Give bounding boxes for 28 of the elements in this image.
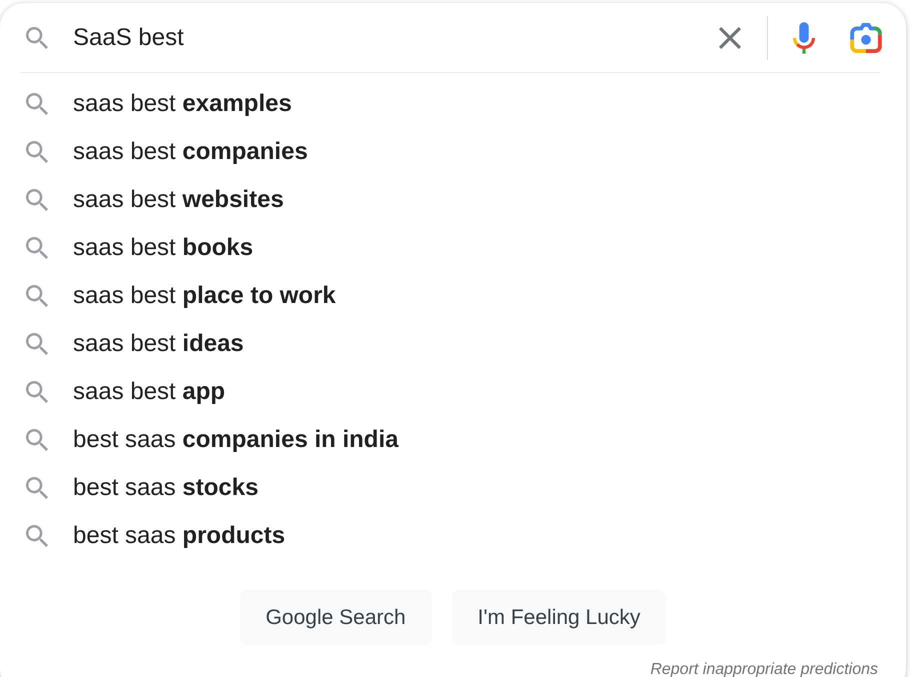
search-icon — [26, 93, 48, 115]
suggestion-item[interactable]: saas best place to work — [0, 272, 344, 320]
suggestion-item[interactable]: saas best companies — [0, 128, 316, 176]
search-icon — [26, 237, 48, 259]
suggestion-item[interactable]: best saas stocks — [0, 464, 266, 512]
search-icon — [26, 477, 48, 499]
suggestion-item[interactable]: best saas products — [0, 512, 294, 560]
suggestion-item[interactable]: saas best ideas — [0, 320, 252, 368]
search-icon — [26, 26, 48, 48]
search-field[interactable]: SaaS best — [73, 20, 703, 56]
search-icon — [26, 525, 48, 547]
camera-icon[interactable] — [850, 22, 882, 52]
search-button[interactable]: I'm Feeling Lucky — [452, 590, 666, 645]
close-icon[interactable] — [719, 26, 741, 48]
search-icon — [26, 429, 48, 451]
suggestion-item[interactable]: saas best examples — [0, 80, 300, 128]
search-button[interactable]: Google Search — [240, 590, 432, 645]
search-icon — [26, 141, 48, 163]
search-icon — [26, 285, 48, 307]
microphone-icon[interactable] — [793, 22, 815, 54]
suggestion-item[interactable]: best saas companies in india — [0, 416, 406, 464]
search-icon — [26, 381, 48, 403]
search-icon — [26, 189, 48, 211]
report-link[interactable]: Report inappropriate predictions — [650, 661, 878, 677]
search-icon — [26, 333, 48, 355]
suggestion-item[interactable]: saas best websites — [0, 176, 292, 224]
suggestion-item[interactable]: saas best books — [0, 224, 262, 272]
suggestion-item[interactable]: saas best app — [0, 368, 234, 416]
